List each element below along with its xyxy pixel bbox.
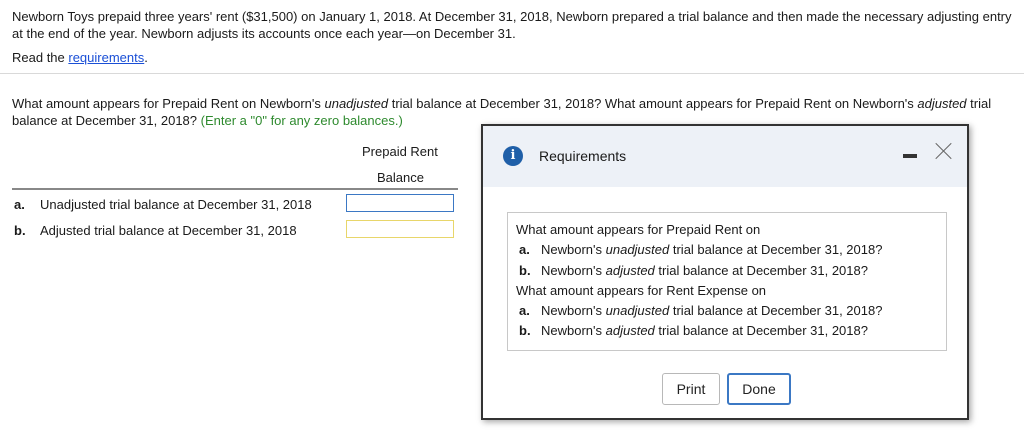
item-text: Newborn's xyxy=(541,303,606,318)
item-emphasis: unadjusted xyxy=(605,242,670,257)
table-header-rule xyxy=(12,188,458,190)
item-letter: a. xyxy=(519,303,530,318)
item-letter: b. xyxy=(519,323,531,338)
item-emphasis: adjusted xyxy=(605,263,655,278)
close-icon[interactable] xyxy=(933,140,955,162)
requirement-heading: What amount appears for Prepaid Rent on xyxy=(516,222,761,237)
item-text: Newborn's xyxy=(541,263,606,278)
item-emphasis: adjusted xyxy=(605,323,655,338)
item-text: trial balance at December 31, 2018? xyxy=(654,323,868,338)
dialog-title: Requirements xyxy=(539,148,627,164)
print-button[interactable]: Print xyxy=(662,373,720,405)
table-row: a. Unadjusted trial balance at December 3… xyxy=(14,197,312,212)
question-emphasis: unadjusted xyxy=(324,96,389,111)
column-header-prepaid-rent: Prepaid Rent xyxy=(362,144,438,159)
item-emphasis: unadjusted xyxy=(605,303,670,318)
question-part: trial balance at December 31, 2018? What… xyxy=(388,96,918,111)
item-text: trial balance at December 31, 2018? xyxy=(654,263,868,278)
section-divider xyxy=(0,73,1024,74)
unadjusted-balance-input[interactable] xyxy=(346,194,454,212)
read-suffix: . xyxy=(144,50,148,65)
minimize-icon[interactable] xyxy=(903,154,917,158)
row-label: Unadjusted trial balance at December 31,… xyxy=(40,197,312,212)
item-letter: a. xyxy=(519,242,530,257)
item-letter: b. xyxy=(519,263,531,278)
item-text: trial balance at December 31, 2018? xyxy=(669,242,883,257)
row-label: Adjusted trial balance at December 31, 2… xyxy=(40,223,297,238)
item-text: trial balance at December 31, 2018? xyxy=(669,303,883,318)
zero-balance-hint: (Enter a "0" for any zero balances.) xyxy=(200,113,403,128)
question-part: What amount appears for Prepaid Rent on … xyxy=(12,96,325,111)
problem-intro: Newborn Toys prepaid three years' rent (… xyxy=(12,9,1012,41)
read-prefix: Read the xyxy=(12,50,69,65)
table-row: b. Adjusted trial balance at December 31,… xyxy=(14,223,297,238)
item-text: Newborn's xyxy=(541,323,606,338)
row-letter: b. xyxy=(14,223,26,238)
column-header-balance: Balance xyxy=(377,170,424,185)
adjusted-balance-input[interactable] xyxy=(346,220,454,238)
question-emphasis: adjusted xyxy=(917,96,967,111)
done-button[interactable]: Done xyxy=(727,373,791,405)
list-item: a. Newborn's unadjusted trial balance at … xyxy=(519,303,882,318)
requirement-heading: What amount appears for Rent Expense on xyxy=(516,283,767,298)
dialog-header: i Requirements xyxy=(483,126,967,187)
info-icon: i xyxy=(503,146,523,166)
item-text: Newborn's xyxy=(541,242,606,257)
requirements-dialog: i Requirements What amount appears for P… xyxy=(481,124,969,420)
requirements-link[interactable]: requirements xyxy=(68,50,144,65)
list-item: a. Newborn's unadjusted trial balance at … xyxy=(519,242,882,257)
list-item: b. Newborn's adjusted trial balance at De… xyxy=(519,263,868,278)
read-requirements-line: Read the requirements. xyxy=(12,50,148,65)
requirements-list: What amount appears for Prepaid Rent on … xyxy=(507,212,947,351)
row-letter: a. xyxy=(14,197,25,212)
list-item: b. Newborn's adjusted trial balance at De… xyxy=(519,323,868,338)
